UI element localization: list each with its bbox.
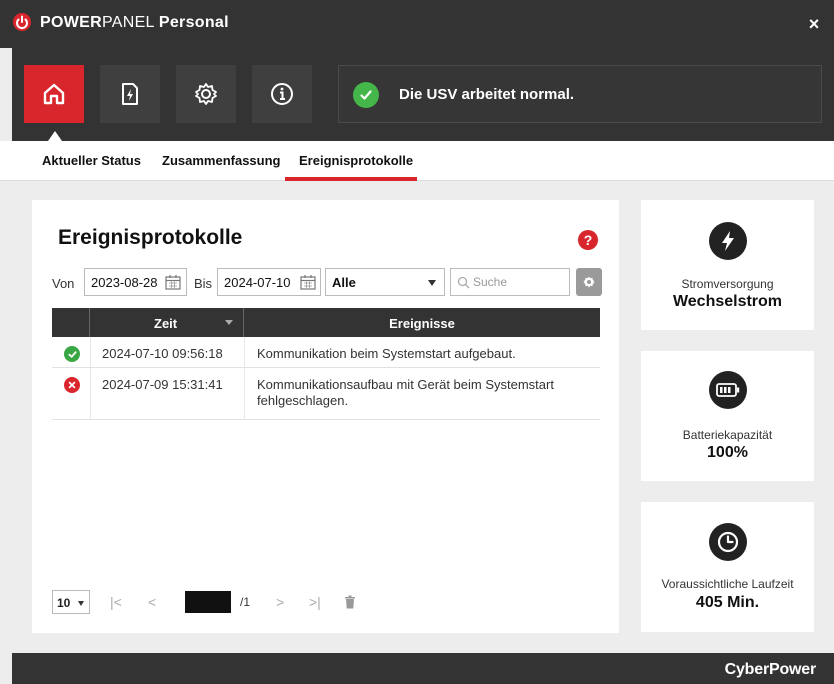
event-table: Zeit Ereignisse 2024-07-10 09:56:18 Komm… — [52, 308, 600, 420]
error-icon — [64, 377, 80, 393]
table-row[interactable]: 2024-07-10 09:56:18 Kommunikation beim S… — [52, 337, 600, 368]
event-type-select[interactable]: Alle — [325, 268, 445, 296]
events-column-header: Ereignisse — [244, 308, 600, 337]
row-event: Kommunikationsaufbau mit Gerät beim Syst… — [257, 377, 554, 408]
row-event: Kommunikation beim Systemstart aufgebaut… — [257, 346, 516, 361]
app-title-panel: PANEL — [101, 14, 155, 31]
search-box[interactable] — [450, 268, 570, 296]
to-label: Bis — [194, 276, 213, 291]
pagination: 10 |< < 1 /1 > >| — [52, 590, 452, 616]
page-number-input[interactable]: 1 — [185, 591, 231, 613]
lightning-icon — [709, 222, 747, 260]
battery-capacity-label: Batteriekapazität — [682, 428, 773, 442]
nav-settings-button[interactable] — [176, 65, 236, 123]
clock-icon — [709, 523, 747, 561]
trash-icon[interactable] — [344, 595, 356, 609]
power-source-card: Stromversorgung Wechselstrom — [641, 200, 814, 330]
power-source-label: Stromversorgung — [681, 277, 774, 291]
help-icon[interactable]: ? — [578, 230, 598, 250]
battery-capacity-value: 100% — [707, 444, 748, 461]
app-title: POWERPANEL Personal — [40, 14, 229, 32]
column-divider — [90, 337, 91, 367]
title-bar: POWERPANEL Personal × — [0, 0, 834, 48]
app-title-personal: Personal — [158, 14, 229, 31]
tab-bar: Aktueller Status Zusammenfassung Ereigni… — [0, 141, 834, 181]
row-time: 2024-07-10 09:56:18 — [102, 346, 223, 361]
nav-power-button[interactable] — [100, 65, 160, 123]
events-header-label: Ereignisse — [389, 316, 455, 331]
info-icon — [271, 83, 293, 105]
battery-capacity-card: Batteriekapazität 100% — [641, 351, 814, 481]
event-log-panel: Ereignisprotokolle ? Von 2023-08-28 Bis … — [32, 200, 619, 633]
table-header: Zeit Ereignisse — [52, 308, 600, 337]
tab-current-status[interactable]: Aktueller Status — [42, 153, 141, 168]
power-document-icon — [122, 83, 138, 105]
gear-icon — [195, 83, 217, 105]
nav-home-button[interactable] — [24, 65, 84, 123]
calendar-icon[interactable] — [164, 273, 182, 291]
time-column-header[interactable]: Zeit — [90, 308, 244, 337]
active-tab-indicator — [285, 177, 417, 181]
column-divider — [244, 337, 245, 367]
previous-page-button[interactable]: < — [148, 594, 156, 610]
row-time: 2024-07-09 15:31:41 — [102, 377, 223, 392]
first-page-button[interactable]: |< — [110, 594, 122, 610]
top-navigation: Die USV arbeitet normal. — [12, 48, 834, 141]
page-total: /1 — [240, 595, 251, 609]
page-number-value: 1 — [191, 594, 198, 608]
search-icon — [457, 276, 470, 289]
filter-bar: Von 2023-08-28 Bis 2024-07-10 Alle — [52, 268, 622, 296]
tab-summary[interactable]: Zusammenfassung — [162, 153, 280, 168]
runtime-label: Voraussichtliche Laufzeit — [661, 577, 794, 591]
next-page-button[interactable]: > — [276, 594, 284, 610]
last-page-button[interactable]: >| — [309, 594, 321, 610]
footer: CyberPower — [12, 653, 834, 684]
app-title-power: POWER — [40, 14, 102, 31]
status-box: Die USV arbeitet normal. — [338, 65, 822, 123]
event-type-value: Alle — [332, 275, 356, 290]
active-nav-caret — [48, 131, 62, 141]
chevron-down-icon — [78, 601, 84, 606]
column-divider — [244, 368, 245, 419]
page-title: Ereignisprotokolle — [58, 226, 243, 249]
table-row[interactable]: 2024-07-09 15:31:41 Kommunikationsaufbau… — [52, 368, 600, 420]
to-date-value: 2024-07-10 — [224, 275, 291, 290]
close-button[interactable]: × — [804, 14, 824, 34]
success-icon — [64, 346, 80, 362]
check-circle-icon — [353, 82, 379, 108]
power-source-value: Wechselstrom — [672, 293, 783, 310]
battery-icon — [709, 371, 747, 409]
gear-icon — [583, 276, 595, 288]
rows-per-page-value: 10 — [57, 596, 71, 610]
rows-per-page-select[interactable]: 10 — [52, 590, 90, 614]
brand-logo: CyberPower — [724, 661, 817, 678]
chevron-down-icon — [428, 280, 436, 286]
home-icon — [43, 83, 65, 105]
status-column-header — [52, 308, 90, 337]
tab-event-logs[interactable]: Ereignisprotokolle — [299, 153, 413, 168]
column-divider — [90, 368, 91, 419]
from-label: Von — [52, 276, 75, 291]
filter-settings-button[interactable] — [576, 268, 602, 296]
calendar-icon[interactable] — [299, 273, 317, 291]
runtime-value: 405 Min. — [695, 594, 760, 611]
status-message: Die USV arbeitet normal. — [399, 86, 575, 103]
from-date-value: 2023-08-28 — [91, 275, 158, 290]
sort-descending-icon — [225, 320, 233, 325]
power-logo-icon — [13, 13, 31, 31]
search-input[interactable] — [473, 274, 565, 290]
time-header-label: Zeit — [154, 316, 178, 331]
nav-info-button[interactable] — [252, 65, 312, 123]
runtime-card: Voraussichtliche Laufzeit 405 Min. — [641, 502, 814, 632]
